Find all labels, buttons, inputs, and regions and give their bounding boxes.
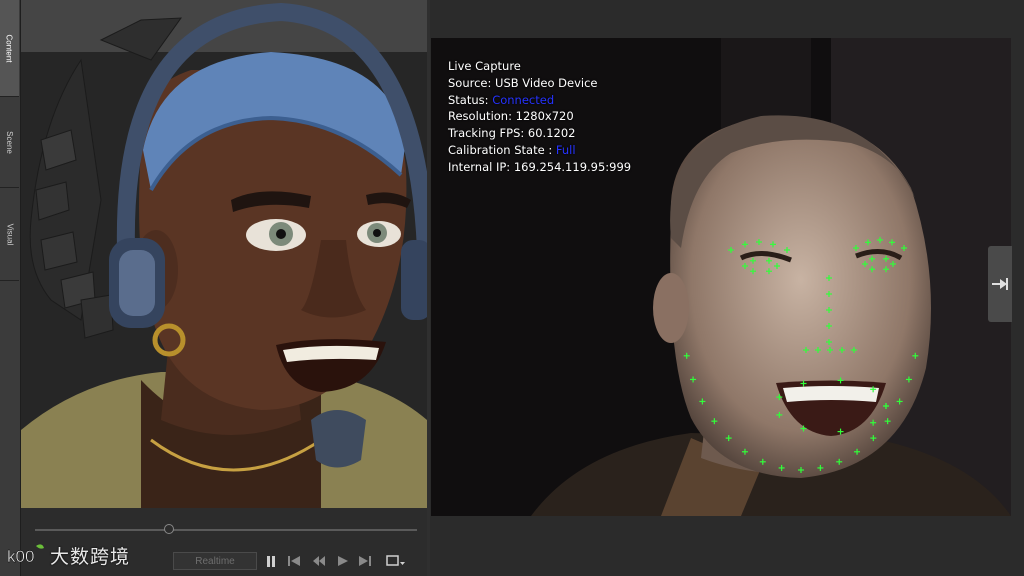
overlay-ip-label: Internal IP: [448,159,511,174]
overlay-status-label: Status: [448,92,489,107]
watermark-text: 大数跨境 [50,546,131,568]
rewind-icon[interactable] [311,554,327,568]
overlay-fps-label: Tracking FPS: [448,126,525,141]
camera-menu-icon[interactable] [385,554,407,568]
side-tab-bar: Content Scene Visual [0,0,21,576]
capture-status-overlay: Live Capture Source: USB Video Device St… [448,58,631,176]
overlay-source-label: Source: [448,75,492,90]
live-capture-panel: Live Capture Source: USB Video Device St… [430,0,1024,576]
arrow-right-icon [992,278,1008,290]
tab-scene-label: Scene [5,130,14,154]
step-back-icon[interactable] [286,554,302,568]
overlay-title: Live Capture [448,59,521,73]
pause-icon[interactable] [263,554,279,568]
tab-content-label: Content [5,33,14,63]
overlay-calibration-label: Calibration State : [448,142,553,157]
watermark: k00 大数跨境 [6,540,130,570]
overlay-calibration-value: Full [555,142,576,157]
overlay-resolution-row: Resolution: 1280x720 [448,108,631,125]
expand-panel-handle[interactable] [988,246,1012,322]
tab-content[interactable]: Content [0,0,19,97]
step-forward-icon[interactable] [357,554,373,568]
overlay-ip-row: Internal IP: 169.254.119.95:999 [448,159,631,176]
tab-visual[interactable]: Visual [0,188,19,281]
watermark-logo-text: k00 [7,547,34,566]
character-model [21,2,427,508]
overlay-resolution-value: 1280x720 [515,109,574,124]
overlay-status-row: Status: Connected [448,92,631,109]
overlay-calibration-row: Calibration State : Full [448,142,631,159]
overlay-ip-value: 169.254.119.95:999 [513,159,632,174]
overlay-source-row: Source: USB Video Device [448,75,631,92]
timeline-track[interactable] [35,529,417,531]
overlay-fps-row: Tracking FPS: 60.1202 [448,125,631,142]
overlay-source-value: USB Video Device [495,75,598,90]
timeline-scrubber-handle[interactable] [163,524,174,534]
realtime-button[interactable]: Realtime [173,552,257,570]
tab-visual-label: Visual [5,223,14,245]
play-icon[interactable] [335,554,351,568]
overlay-resolution-label: Resolution: [448,109,512,124]
overlay-fps-value: 60.1202 [527,126,576,141]
tab-scene[interactable]: Scene [0,97,19,188]
overlay-status-value: Connected [492,92,555,107]
camera-feed: Live Capture Source: USB Video Device St… [431,38,1011,516]
character-viewport[interactable] [21,0,427,508]
watermark-logo-icon: k00 [7,544,44,566]
